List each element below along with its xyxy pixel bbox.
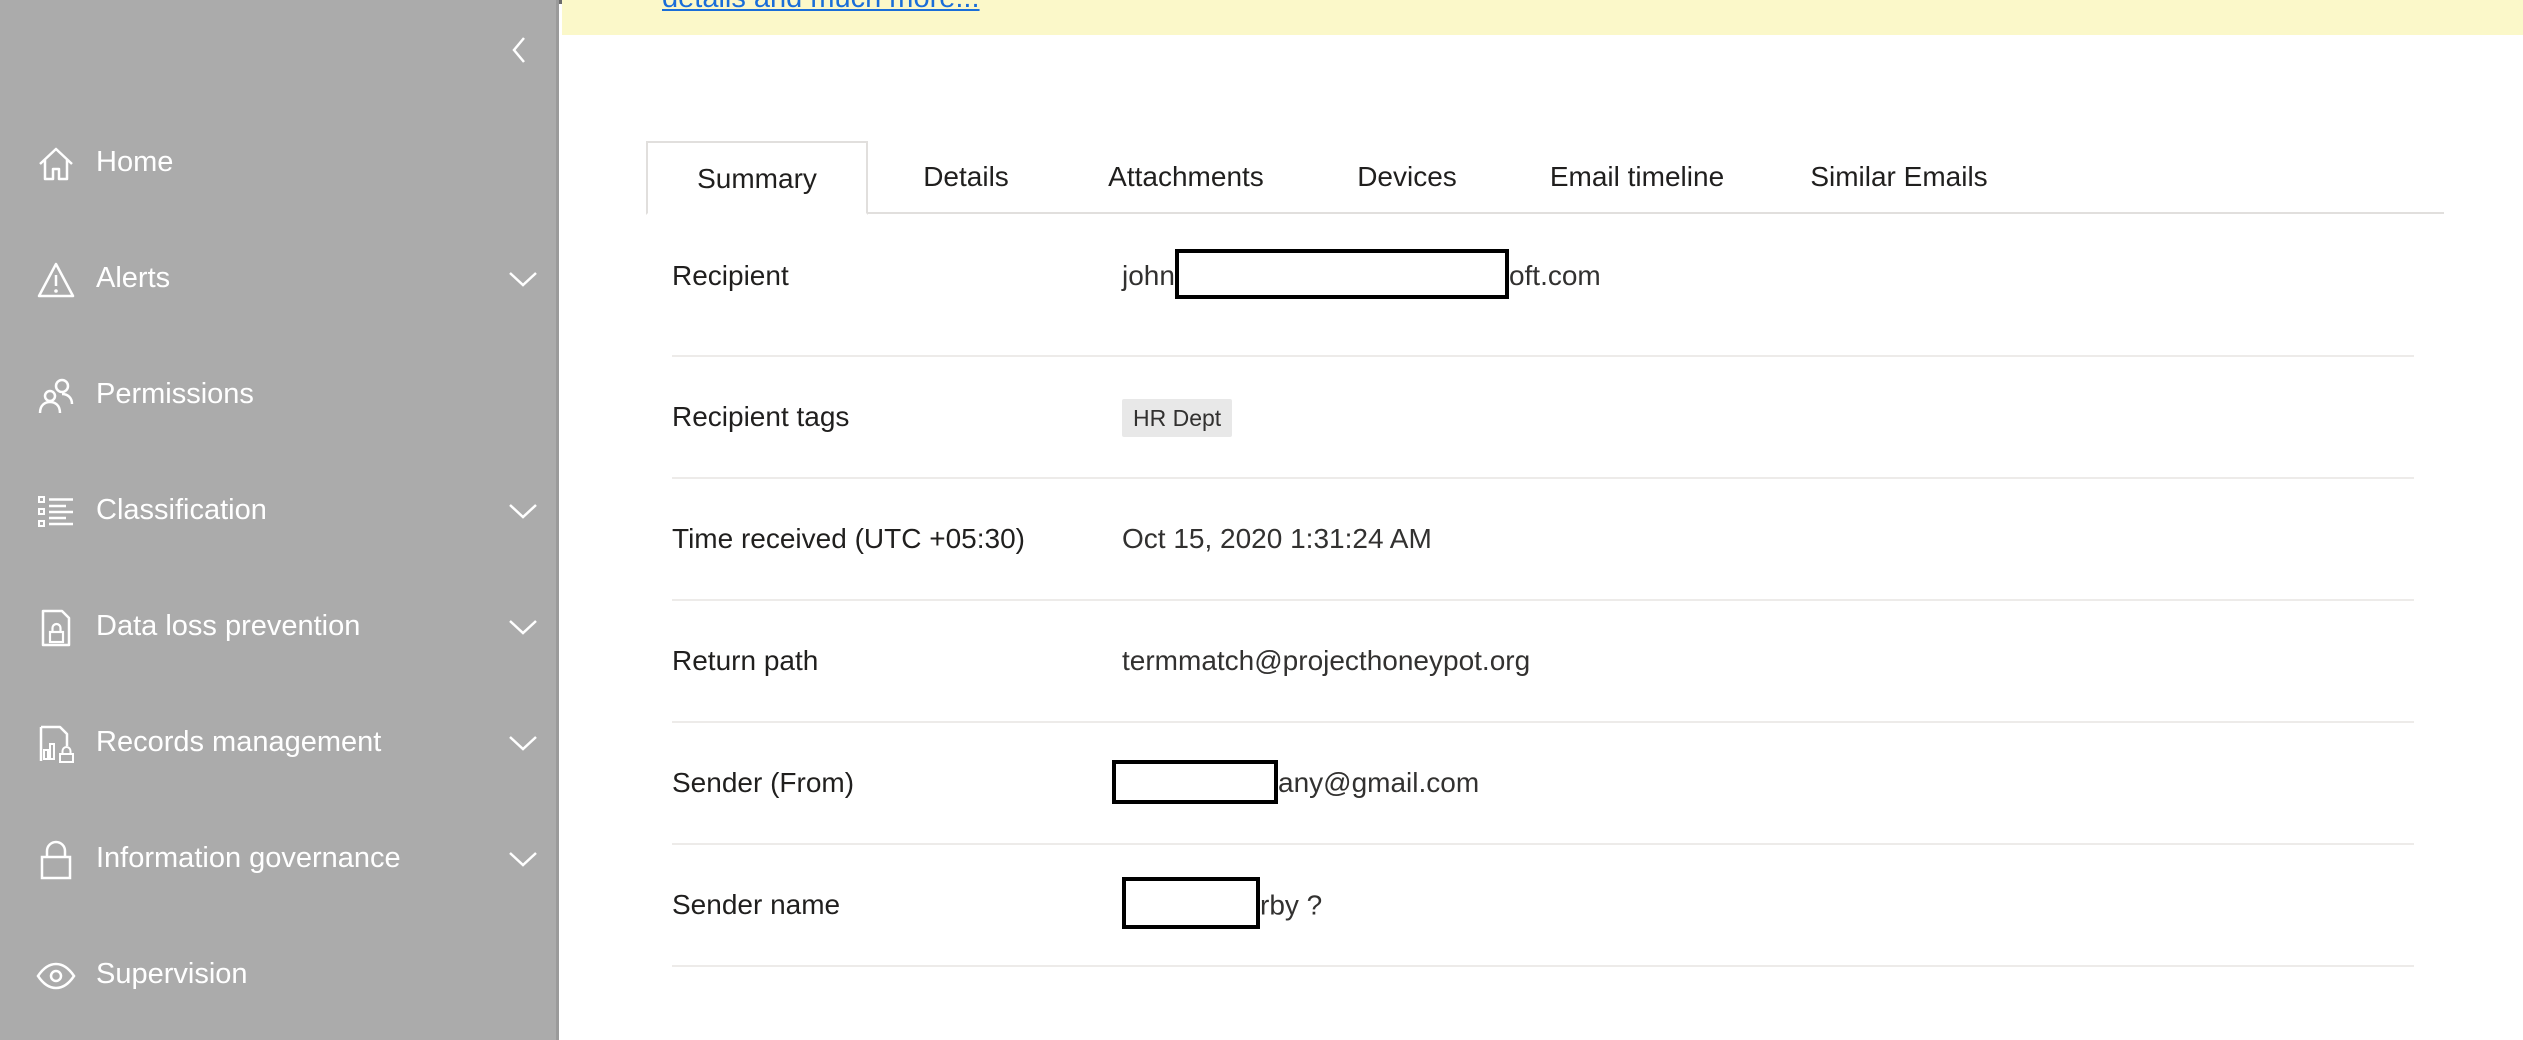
sender-name-label: Sender name xyxy=(672,889,841,920)
list-icon xyxy=(38,496,73,527)
sidebar-item-information-governance[interactable]: Information governance xyxy=(0,818,556,898)
time-received-label: Time received (UTC +05:30) xyxy=(672,523,1025,554)
redaction-box xyxy=(1174,248,1509,299)
recipient-label: Recipient xyxy=(672,260,789,291)
home-icon xyxy=(39,147,73,181)
detail-row-recipient: Recipient john oft.com xyxy=(672,215,2414,357)
chevron-left-icon xyxy=(512,37,525,63)
sender-name-suffix: rby ? xyxy=(1260,889,1323,921)
redaction-box xyxy=(1112,759,1278,804)
sidebar-item-label: Supervision xyxy=(96,958,248,990)
sidebar-item-classification[interactable]: Classification xyxy=(0,470,556,550)
sender-from-label: Sender (From) xyxy=(672,767,855,798)
tab-summary[interactable]: Summary xyxy=(646,141,868,215)
lock-icon xyxy=(40,840,72,880)
sidebar-item-home[interactable]: Home xyxy=(0,122,556,202)
sidebar-item-label: Information governance xyxy=(96,842,401,874)
sidebar-item-data-loss-prevention[interactable]: Data loss prevention xyxy=(0,586,556,666)
tab-attachments[interactable]: Attachments xyxy=(1064,141,1308,213)
records-icon xyxy=(39,725,74,763)
recipient-suffix: oft.com xyxy=(1508,260,1601,291)
sidebar-item-label: Permissions xyxy=(96,378,254,410)
tab-details[interactable]: Details xyxy=(868,141,1064,213)
chevron-down-icon[interactable] xyxy=(506,496,540,526)
recipient-prefix: john xyxy=(1122,260,1175,291)
chevron-down-icon[interactable] xyxy=(506,612,540,642)
detail-row-return-path: Return path termmatch@projecthoneypot.or… xyxy=(672,601,2414,723)
return-path-value: termmatch@projecthoneypot.org xyxy=(1122,645,1531,676)
eye-icon xyxy=(36,962,76,990)
chevron-down-icon[interactable] xyxy=(506,264,540,294)
people-icon xyxy=(38,378,74,414)
sidebar-item-label: Classification xyxy=(96,494,267,526)
info-banner: details and much more... xyxy=(562,0,2523,35)
sidebar-item-label: Data loss prevention xyxy=(96,610,361,642)
recipient-tags-label: Recipient tags xyxy=(672,401,850,432)
sidebar-item-label: Alerts xyxy=(96,262,171,294)
time-received-value: Oct 15, 2020 1:31:24 AM xyxy=(1122,523,1432,554)
sidebar-item-label: Home xyxy=(96,146,174,178)
sidebar-item-alerts[interactable]: Alerts xyxy=(0,238,556,318)
chevron-down-icon[interactable] xyxy=(506,728,540,758)
document-lock-icon xyxy=(41,609,71,647)
sidebar-nav: Home Alerts Permissions Classification D… xyxy=(0,0,559,1040)
banner-link[interactable]: details and much more... xyxy=(662,0,980,18)
tab-similar-emails[interactable]: Similar Emails xyxy=(1768,141,2030,213)
warning-icon xyxy=(37,262,75,298)
sender-from-suffix: any@gmail.com xyxy=(1278,767,1480,798)
detail-row-sender-name: Sender name rby ? xyxy=(672,845,2414,967)
tab-bar: Summary Details Attachments Devices Emai… xyxy=(646,141,2444,215)
return-path-label: Return path xyxy=(672,645,819,676)
recipient-tag-badge[interactable]: HR Dept xyxy=(1122,399,1233,437)
sidebar-item-label: Records management xyxy=(96,726,382,758)
sender-name-value: rby ? xyxy=(1122,877,1323,929)
sidebar-item-supervision[interactable]: Supervision xyxy=(0,934,556,1014)
sidebar-item-records-management[interactable]: Records management xyxy=(0,702,556,782)
redaction-box xyxy=(1122,877,1260,929)
chevron-down-icon[interactable] xyxy=(506,844,540,874)
detail-row-sender-from: Sender (From) any@gmail.com xyxy=(672,723,2414,845)
detail-row-recipient-tags: Recipient tags HR Dept xyxy=(672,357,2414,479)
recipient-value: john oft.com xyxy=(1122,248,1601,299)
detail-row-time-received: Time received (UTC +05:30) Oct 15, 2020 … xyxy=(672,479,2414,601)
sidebar-item-permissions[interactable]: Permissions xyxy=(0,354,556,434)
tab-email-timeline[interactable]: Email timeline xyxy=(1506,141,1768,213)
sender-from-value: any@gmail.com xyxy=(1112,759,1480,804)
tab-devices[interactable]: Devices xyxy=(1308,141,1506,213)
collapse-sidebar-button[interactable] xyxy=(500,30,540,70)
